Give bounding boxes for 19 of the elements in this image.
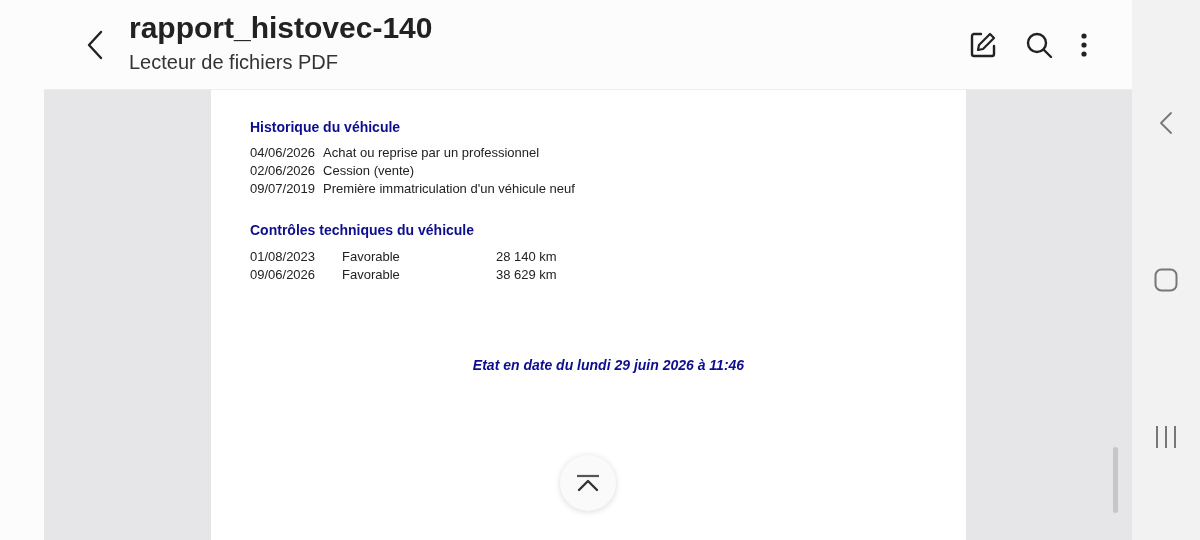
report-date-text: Etat en date du lundi 29 juin 2026 à 11:46 [472,357,745,373]
date-text: 09/06/2026 [250,268,317,282]
mileage-text: 28 140 km [496,250,557,264]
result-text: Favorable [342,250,401,264]
event-text: Achat ou reprise par un professionnel [323,146,541,160]
scrollbar-thumb[interactable] [1113,447,1118,513]
date-text: 01/08/2023 [250,250,317,264]
date-text: 09/07/2019 [250,182,316,196]
result-text: Favorable [342,268,401,282]
mileage-text: 38 629 km [496,268,557,282]
date-text: 04/06/2026 [250,146,316,160]
event-text: Première immatriculation d'un véhicule neuf [323,182,576,196]
date-text: 02/06/2026 [250,164,316,178]
file-title: rapport_histovec-140 [129,11,434,45]
app-subtitle: Lecteur de fichiers PDF [129,51,339,74]
scroll-to-top-button[interactable] [560,455,616,511]
section-heading: Historique du véhicule [250,119,402,135]
event-text: Cession (vente) [323,164,416,178]
section-heading: Contrôles techniques du véhicule [250,222,476,238]
